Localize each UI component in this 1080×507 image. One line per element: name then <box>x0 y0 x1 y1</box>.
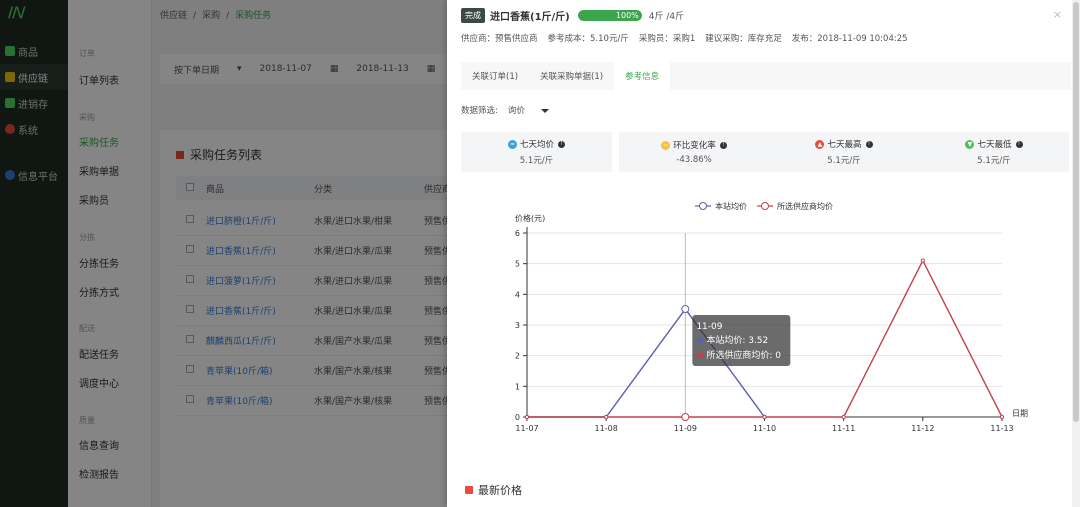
status-badge: 完成 <box>461 7 485 23</box>
y-tick-label: 1 <box>515 382 520 391</box>
x-tick-label: 11-08 <box>595 424 618 433</box>
y-tick-label: 0 <box>515 413 520 422</box>
close-icon[interactable]: × <box>1053 8 1062 21</box>
low-icon: ▼ <box>965 139 975 149</box>
drawer-header: 完成 进口香蕉(1斤/斤) 100% 4斤 /4斤 <box>461 7 684 23</box>
stat-card-7day-high: ▲ 七天最高! 5.1元/斤 <box>769 132 919 172</box>
data-point[interactable] <box>999 414 1005 420</box>
stat-label: 七天最高 <box>827 140 862 150</box>
title-marker-icon <box>465 486 473 494</box>
data-filter-value: 询价 <box>507 106 525 116</box>
info-buyer: 采购员：采购1 <box>638 34 696 44</box>
y-tick-label: 6 <box>515 229 520 238</box>
x-tick-label: 11-07 <box>515 424 538 433</box>
x-tick-label: 11-13 <box>990 424 1013 433</box>
tooltip-series-dot <box>697 337 704 343</box>
stat-card-change-rate: ~ 环比变化率! -43.86% <box>619 132 769 172</box>
x-tick-label: 11-12 <box>911 424 934 433</box>
y-tick-label: 3 <box>515 321 520 330</box>
data-point[interactable] <box>841 414 846 420</box>
info-icon[interactable]: ! <box>865 140 873 148</box>
product-title: 进口香蕉(1斤/斤) <box>490 11 570 23</box>
stat-label: 七天均价 <box>519 140 554 150</box>
price-trend-chart: 0 1 2 3 4 5 6 11-07 11-08 11-09 11-10 11-11 11-12 11-… <box>515 201 1028 433</box>
legend-label: 本站均价 <box>715 201 747 211</box>
y-tick-label: 4 <box>515 290 520 299</box>
tab-related-orders[interactable]: 关联订单(1) <box>461 62 529 90</box>
stat-value: 5.1元/斤 <box>827 156 861 166</box>
info-icon[interactable]: ! <box>719 141 727 149</box>
progress-label: 100% <box>615 10 639 20</box>
data-filter-label: 数据筛选: <box>461 106 498 116</box>
purchase-progress-bar: 100% <box>577 9 642 21</box>
stat-card-7day-low: ▼ 七天最低! 5.1元/斤 <box>919 132 1069 172</box>
legend-marker[interactable] <box>699 202 707 210</box>
drawer-tabs: 关联订单(1) 关联采购单据(1) 参考信息 <box>461 62 1071 90</box>
data-point[interactable] <box>762 414 767 420</box>
drawer-scrollbar[interactable] <box>1072 0 1080 507</box>
stat-value: 5.1元/斤 <box>519 156 554 166</box>
data-point[interactable] <box>524 414 530 420</box>
data-filter: 数据筛选: 询价 <box>461 104 549 116</box>
x-tick-label: 11-09 <box>674 424 697 433</box>
chevron-down-icon <box>540 109 549 113</box>
data-point[interactable] <box>681 305 690 314</box>
latest-price-title: 最新价格 <box>478 484 522 497</box>
y-tick-label: 5 <box>515 260 520 269</box>
stat-card-7day-avg: ≈ 七天均价! 5.1元/斤 <box>461 132 612 172</box>
high-icon: ▲ <box>815 139 825 149</box>
info-icon[interactable]: ! <box>558 140 565 148</box>
x-tick-label: 11-10 <box>753 424 776 433</box>
stat-value: 5.1元/斤 <box>977 156 1011 166</box>
tab-reference-info[interactable]: 参考信息 <box>614 62 671 90</box>
legend-label: 所选供应商均价 <box>777 201 833 211</box>
stat-label: 环比变化率 <box>673 141 716 151</box>
y-tick-label: 2 <box>515 352 520 361</box>
tooltip-line: 本站均价: 3.52 <box>706 334 768 346</box>
y-axis-label: 价格(元) <box>515 213 545 223</box>
scrollbar-thumb[interactable] <box>1073 2 1079 422</box>
modal-backdrop[interactable] <box>0 0 447 507</box>
info-icon[interactable]: ! <box>1015 140 1023 148</box>
tooltip-line: 所选供应商均价: 0 <box>706 349 781 361</box>
stat-label: 七天最低 <box>977 140 1012 150</box>
data-point[interactable] <box>920 258 925 263</box>
latest-price-section-title: 最新价格 <box>465 482 522 498</box>
change-rate-icon: ~ <box>661 140 671 150</box>
info-supplier: 供应商：预售供应商 <box>461 34 538 44</box>
data-point[interactable] <box>604 414 609 420</box>
tab-related-purchase-docs[interactable]: 关联采购单据(1) <box>529 62 614 90</box>
avg-icon: ≈ <box>507 139 517 149</box>
stat-value: -43.86% <box>676 155 712 165</box>
legend-marker[interactable] <box>761 202 769 210</box>
info-ref-cost: 参考成本：5.10元/斤 <box>547 34 629 44</box>
purchase-task-detail-drawer: 完成 进口香蕉(1斤/斤) 100% 4斤 /4斤 × 供应商：预售供应商 参考… <box>447 0 1080 507</box>
data-point[interactable] <box>681 413 690 421</box>
tooltip-series-dot <box>697 352 704 358</box>
tooltip-title: 11-09 <box>696 322 722 332</box>
x-axis-label: 日期 <box>1012 409 1028 418</box>
x-tick-label: 11-11 <box>832 424 855 433</box>
purchase-quantity: 4斤 /4斤 <box>648 11 685 22</box>
task-info-row: 供应商：预售供应商 参考成本：5.10元/斤 采购员：采购1 建议采购：库存充足… <box>461 32 908 44</box>
info-publish-time: 发布：2018-11-09 10:04:25 <box>791 34 908 44</box>
data-filter-select[interactable]: 询价 <box>508 104 549 116</box>
info-suggestion: 建议采购：库存充足 <box>705 34 782 44</box>
